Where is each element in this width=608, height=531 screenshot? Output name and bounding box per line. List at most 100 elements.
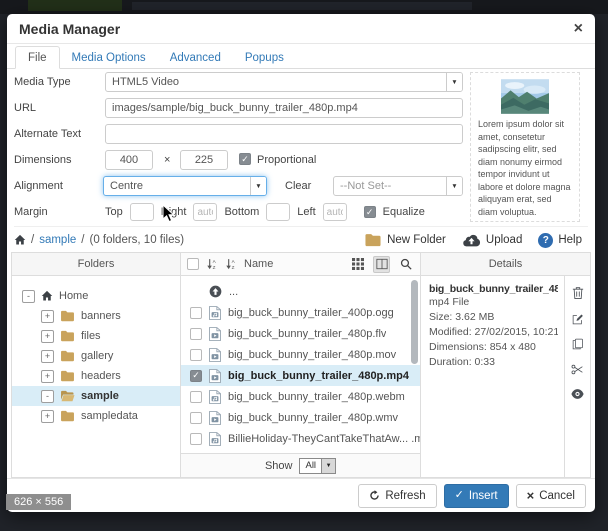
file-video-icon <box>209 327 221 341</box>
folder-item-banners[interactable]: +banners <box>12 306 180 326</box>
cut-icon[interactable] <box>571 363 584 376</box>
edit-icon[interactable] <box>572 313 584 325</box>
file-checkbox[interactable] <box>190 349 202 361</box>
folder-label: sample <box>81 390 119 402</box>
tab-popups[interactable]: Popups <box>233 47 296 68</box>
tab-file[interactable]: File <box>15 46 60 69</box>
width-input[interactable] <box>105 150 153 170</box>
file-row-big-buck-bunny-trailer-480p-webm[interactable]: big_buck_bunny_trailer_480p.webm <box>181 386 420 407</box>
scrollbar-thumb[interactable] <box>411 280 418 364</box>
margin-bottom-input[interactable] <box>266 203 290 221</box>
folder-item-home[interactable]: -Home <box>12 286 180 306</box>
expand-icon[interactable]: + <box>41 410 54 423</box>
file-row-big-buck-bunny-trailer-480p-wmv[interactable]: big_buck_bunny_trailer_480p.wmv <box>181 407 420 428</box>
margin-bottom-label: Bottom <box>224 206 259 218</box>
clear-select[interactable]: --Not Set-- ▼ <box>333 176 463 196</box>
file-name: big_buck_bunny_trailer_480p.webm <box>228 391 405 403</box>
grid-view-icon[interactable] <box>349 256 366 273</box>
proportional-checkbox[interactable]: ✓ <box>239 153 251 165</box>
svg-text:A: A <box>232 259 236 264</box>
folder-item-sample[interactable]: - sample <box>12 386 180 406</box>
height-input[interactable] <box>180 150 228 170</box>
eye-icon[interactable] <box>571 389 584 399</box>
breadcrumb-folder-link[interactable]: sample <box>39 234 76 246</box>
chevron-down-icon: ▼ <box>446 177 462 195</box>
path-separator: / <box>31 234 34 246</box>
folder-item-gallery[interactable]: +gallery <box>12 346 180 366</box>
new-folder-button[interactable]: New Folder <box>364 233 446 247</box>
help-button[interactable]: ? Help <box>538 233 582 248</box>
list-view-icon[interactable] <box>373 256 390 273</box>
file-checkbox[interactable] <box>190 307 202 319</box>
margin-left-input[interactable] <box>323 203 347 221</box>
detail-line: Dimensions: 854 x 480 <box>429 340 558 355</box>
alternate-text-input[interactable] <box>105 124 463 144</box>
expand-icon[interactable]: + <box>41 310 54 323</box>
file-audio-icon <box>209 390 221 404</box>
select-all-checkbox[interactable] <box>187 258 199 270</box>
tab-advanced[interactable]: Advanced <box>158 47 233 68</box>
file-video-icon <box>209 411 221 425</box>
preview-box: Lorem ipsum dolor sit amet, consetetur s… <box>470 72 580 222</box>
file-row-big-buck-bunny-trailer-480p-flv[interactable]: big_buck_bunny_trailer_480p.flv <box>181 323 420 344</box>
alignment-value: Centre <box>110 180 143 192</box>
check-icon: ✓ <box>455 490 464 501</box>
expand-icon[interactable]: + <box>41 370 54 383</box>
upload-button[interactable]: Upload <box>462 233 522 247</box>
file-row-big-buck-bunny-trailer-480p-mp4[interactable]: ✓big_buck_bunny_trailer_480p.mp4 <box>181 365 420 386</box>
file-row-big-buck-bunny-trailer-480p-mov[interactable]: big_buck_bunny_trailer_480p.mov <box>181 344 420 365</box>
folders-panel-header: Folders <box>12 253 180 276</box>
folder-item-headers[interactable]: + headers <box>12 366 180 386</box>
collapse-icon[interactable]: - <box>41 390 54 403</box>
refresh-button[interactable]: Refresh <box>358 484 436 508</box>
media-type-label: Media Type <box>14 76 71 88</box>
margin-fields: TopRightBottomLeft✓Equalize <box>105 203 425 221</box>
folder-item-sampledata[interactable]: +sampledata <box>12 406 180 426</box>
cancel-button[interactable]: × Cancel <box>516 484 586 508</box>
expand-icon[interactable]: + <box>41 330 54 343</box>
file-video-icon <box>209 348 221 362</box>
file-row-big-buck-bunny-trailer-400p-ogg[interactable]: big_buck_bunny_trailer_400p.ogg <box>181 302 420 323</box>
file-list: ...big_buck_bunny_trailer_400p.oggbig_bu… <box>181 276 420 453</box>
file-row-billieholiday-theycanttakethataw-mp3[interactable]: BillieHoliday-TheyCantTakeThatAw... .mp3 <box>181 428 420 449</box>
folder-item-files[interactable]: +files <box>12 326 180 346</box>
file-checkbox[interactable] <box>190 328 202 340</box>
media-type-select[interactable]: HTML5 Video ▼ <box>105 72 463 92</box>
margin-top-input[interactable] <box>130 203 154 221</box>
dimensions-label: Dimensions <box>14 154 71 166</box>
expand-icon[interactable]: + <box>41 350 54 363</box>
preview-thumbnail-image <box>501 79 549 114</box>
parent-folder-row[interactable]: ... <box>181 281 420 302</box>
url-input[interactable] <box>105 98 463 118</box>
file-checkbox[interactable] <box>190 433 202 445</box>
sort-ascending-icon[interactable]: AZ <box>206 258 218 270</box>
home-icon <box>41 290 53 302</box>
insert-button[interactable]: ✓ Insert <box>444 484 509 508</box>
file-audio-icon <box>209 432 221 446</box>
svg-text:Z: Z <box>213 265 216 270</box>
new-folder-icon <box>364 233 382 247</box>
copy-icon[interactable] <box>572 338 584 350</box>
folder-open-icon <box>60 390 75 402</box>
dialog-footer: Refresh ✓ Insert × Cancel <box>7 478 595 512</box>
file-checkbox[interactable]: ✓ <box>190 370 202 382</box>
trash-icon[interactable] <box>572 286 584 300</box>
details-lines: mp4 FileSize: 3.62 MBModified: 27/02/201… <box>429 295 558 370</box>
folder-label: headers <box>81 370 121 382</box>
collapse-icon[interactable]: - <box>22 290 35 303</box>
tab-media-options[interactable]: Media Options <box>60 47 158 68</box>
name-column-header[interactable]: Name <box>244 258 273 270</box>
equalize-checkbox[interactable]: ✓ <box>364 206 376 218</box>
details-panel-header: Details <box>421 253 590 276</box>
file-checkbox[interactable] <box>190 391 202 403</box>
margin-right-input[interactable] <box>193 203 217 221</box>
home-icon[interactable] <box>14 234 26 246</box>
background-toolbar-fragment <box>28 0 122 11</box>
search-icon[interactable] <box>397 256 414 273</box>
file-checkbox[interactable] <box>190 412 202 424</box>
sort-name-icon[interactable]: AZ <box>225 258 237 270</box>
upload-label: Upload <box>486 234 522 246</box>
show-select[interactable]: All ▼ <box>299 458 336 474</box>
alignment-select[interactable]: Centre ▼ <box>103 176 267 196</box>
close-icon[interactable]: × <box>574 21 583 37</box>
